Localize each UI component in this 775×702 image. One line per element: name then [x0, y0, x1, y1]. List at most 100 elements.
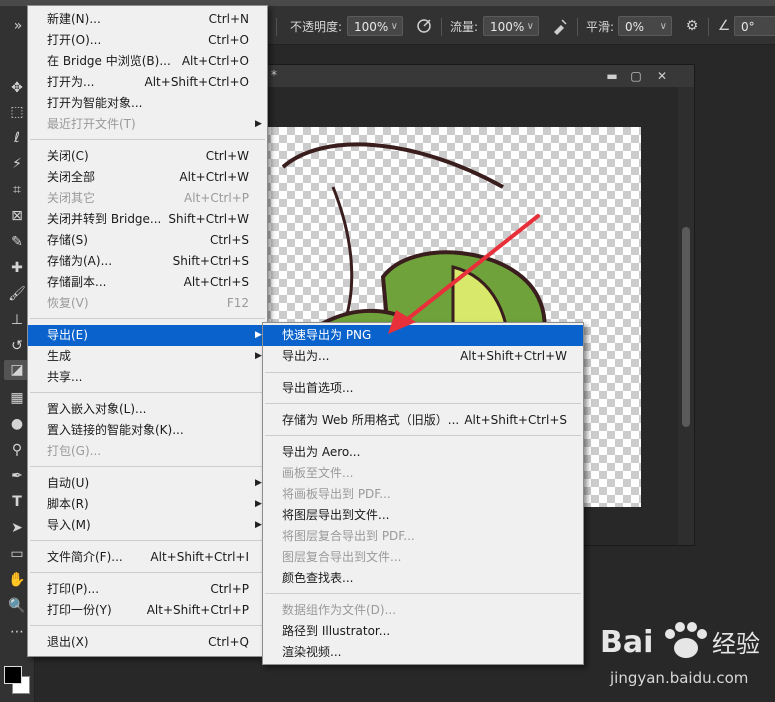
submenu-arrow-icon: ▶: [255, 499, 262, 509]
menu-separator: [265, 593, 581, 594]
menu-item-label: 置入嵌入对象(L)...: [47, 402, 147, 416]
baidu-jingyan-logo: Bai 经验: [600, 622, 760, 660]
document-titlebar[interactable]: * ▬ ▢ ✕: [263, 65, 694, 87]
menu-item[interactable]: 导入(M) ▶: [28, 515, 267, 536]
settings-gear-icon[interactable]: ⚙: [682, 17, 702, 35]
menu-item-label: 快速导出为 PNG: [282, 328, 372, 342]
pressure-opacity-icon[interactable]: [414, 17, 434, 35]
menu-item-shortcut: Alt+Shift+Ctrl+O: [144, 75, 249, 89]
smoothing-label: 平滑:: [586, 20, 615, 34]
menu-item: 恢复(V) F12: [28, 293, 267, 314]
menu-item[interactable]: 新建(N)... Ctrl+N: [28, 9, 267, 30]
menu-item[interactable]: 置入嵌入对象(L)...: [28, 399, 267, 420]
svg-text:经验: 经验: [712, 630, 760, 658]
menu-item-label: 打包(G)...: [47, 444, 102, 458]
menu-item[interactable]: 退出(X) Ctrl+Q: [28, 632, 267, 653]
menu-item[interactable]: 置入链接的智能对象(K)...: [28, 420, 267, 441]
menu-item[interactable]: 生成 ▶: [28, 346, 267, 367]
separator: [708, 18, 709, 36]
menu-item[interactable]: 打开(O)... Ctrl+O: [28, 30, 267, 51]
menu-item[interactable]: 文件简介(F)... Alt+Shift+Ctrl+I: [28, 547, 267, 568]
menu-item-label: 导出(E): [47, 328, 88, 342]
menu-item-label: 颜色查找表...: [282, 571, 354, 585]
menu-item-label: 关闭全部: [47, 170, 96, 184]
opacity-input[interactable]: 100% ∨: [347, 16, 403, 36]
menu-item[interactable]: 打开为... Alt+Shift+Ctrl+O: [28, 72, 267, 93]
menu-item[interactable]: 导出为 Aero...: [263, 442, 583, 463]
menu-item-label: 画板至文件...: [282, 466, 354, 480]
minimize-icon[interactable]: ▬: [601, 67, 623, 85]
watermark-url: jingyan.baidu.com: [610, 669, 749, 687]
menu-item-label: 恢复(V): [47, 296, 89, 310]
toolbar-collapse-icon[interactable]: »: [8, 17, 28, 35]
menu-item[interactable]: 存储为 Web 所用格式（旧版）... Alt+Shift+Ctrl+S: [263, 410, 583, 431]
airbrush-icon[interactable]: [550, 17, 570, 35]
menu-separator: [30, 540, 265, 541]
menu-item[interactable]: 共享...: [28, 367, 267, 388]
vertical-scrollbar[interactable]: [678, 87, 694, 545]
menu-item[interactable]: 存储为(A)... Shift+Ctrl+S: [28, 251, 267, 272]
menu-item[interactable]: 导出为... Alt+Shift+Ctrl+W: [263, 346, 583, 367]
flow-input[interactable]: 100% ∨: [483, 16, 539, 36]
menu-item[interactable]: 路径到 Illustrator...: [263, 621, 583, 642]
menu-item-shortcut: Alt+Shift+Ctrl+S: [464, 413, 567, 427]
chevron-down-icon[interactable]: ∨: [391, 17, 398, 37]
menu-item[interactable]: 在 Bridge 中浏览(B)... Alt+Ctrl+O: [28, 51, 267, 72]
menu-item[interactable]: 自动(U) ▶: [28, 473, 267, 494]
scrollbar-thumb[interactable]: [682, 227, 690, 427]
menu-separator: [30, 392, 265, 393]
menu-item-shortcut: Alt+Ctrl+S: [183, 275, 249, 289]
menu-item-shortcut: Alt+Ctrl+O: [181, 54, 249, 68]
angle-value: 0°: [741, 20, 755, 34]
menu-item[interactable]: 存储副本... Alt+Ctrl+S: [28, 272, 267, 293]
menu-item-label: 置入链接的智能对象(K)...: [47, 423, 184, 437]
menu-item-label: 存储副本...: [47, 275, 107, 289]
menu-separator: [30, 572, 265, 573]
menu-item[interactable]: 导出(E) ▶: [28, 325, 267, 346]
submenu-arrow-icon: ▶: [255, 330, 262, 340]
menu-item-label: 退出(X): [47, 635, 89, 649]
menu-item-label: 自动(U): [47, 476, 90, 490]
menu-item[interactable]: 存储(S) Ctrl+S: [28, 230, 267, 251]
menu-item-label: 在 Bridge 中浏览(B)...: [47, 54, 171, 68]
menu-item: 关闭其它 Alt+Ctrl+P: [28, 188, 267, 209]
menu-item-shortcut: Alt+Shift+Ctrl+P: [146, 603, 249, 617]
menu-item-label: 将图层导出到文件...: [282, 508, 390, 522]
menu-item[interactable]: 打开为智能对象...: [28, 93, 267, 114]
opacity-label: 不透明度:: [290, 20, 343, 34]
menu-item[interactable]: 关闭并转到 Bridge... Shift+Ctrl+W: [28, 209, 267, 230]
opacity-value: 100%: [354, 20, 389, 34]
menu-item-label: 新建(N)...: [47, 12, 101, 26]
menu-item-shortcut: Ctrl+Q: [208, 635, 249, 649]
chevron-down-icon[interactable]: ∨: [527, 17, 534, 37]
maximize-icon[interactable]: ▢: [625, 67, 647, 85]
menu-item-label: 导出为 Aero...: [282, 445, 361, 459]
menu-item-shortcut: Shift+Ctrl+S: [172, 254, 249, 268]
menu-item[interactable]: 导出首选项...: [263, 378, 583, 399]
submenu-arrow-icon: ▶: [255, 119, 262, 129]
menu-item-label: 脚本(R): [47, 497, 89, 511]
menu-item[interactable]: 脚本(R) ▶: [28, 494, 267, 515]
menu-item[interactable]: 打印(P)... Ctrl+P: [28, 579, 267, 600]
menu-item-label: 将画板导出到 PDF...: [282, 487, 391, 501]
menu-item[interactable]: 渲染视频...: [263, 642, 583, 663]
annotation-arrow: [388, 214, 540, 334]
menu-item[interactable]: 颜色查找表...: [263, 568, 583, 589]
menu-item[interactable]: 打印一份(Y) Alt+Shift+Ctrl+P: [28, 600, 267, 621]
menu-item: 最近打开文件(T) ▶: [28, 114, 267, 135]
menu-separator: [265, 435, 581, 436]
close-icon[interactable]: ✕: [651, 67, 673, 85]
menu-item-shortcut: Ctrl+S: [209, 233, 249, 247]
chevron-down-icon[interactable]: ∨: [660, 17, 667, 37]
foreground-color-swatch[interactable]: [4, 666, 22, 684]
menu-item[interactable]: 关闭(C) Ctrl+W: [28, 146, 267, 167]
menu-item[interactable]: 将图层导出到文件...: [263, 505, 583, 526]
svg-text:Bai: Bai: [600, 625, 653, 660]
submenu-arrow-icon: ▶: [255, 520, 262, 530]
smoothing-input[interactable]: 0% ∨: [618, 16, 672, 36]
angle-input[interactable]: 0°: [734, 16, 775, 36]
menu-item-label: 共享...: [47, 370, 83, 384]
menu-item[interactable]: 关闭全部 Alt+Ctrl+W: [28, 167, 267, 188]
menu-item-label: 数据组作为文件(D)...: [282, 603, 397, 617]
baidu-watermark: Bai 经验 jingyan.baidu.com: [598, 614, 775, 702]
